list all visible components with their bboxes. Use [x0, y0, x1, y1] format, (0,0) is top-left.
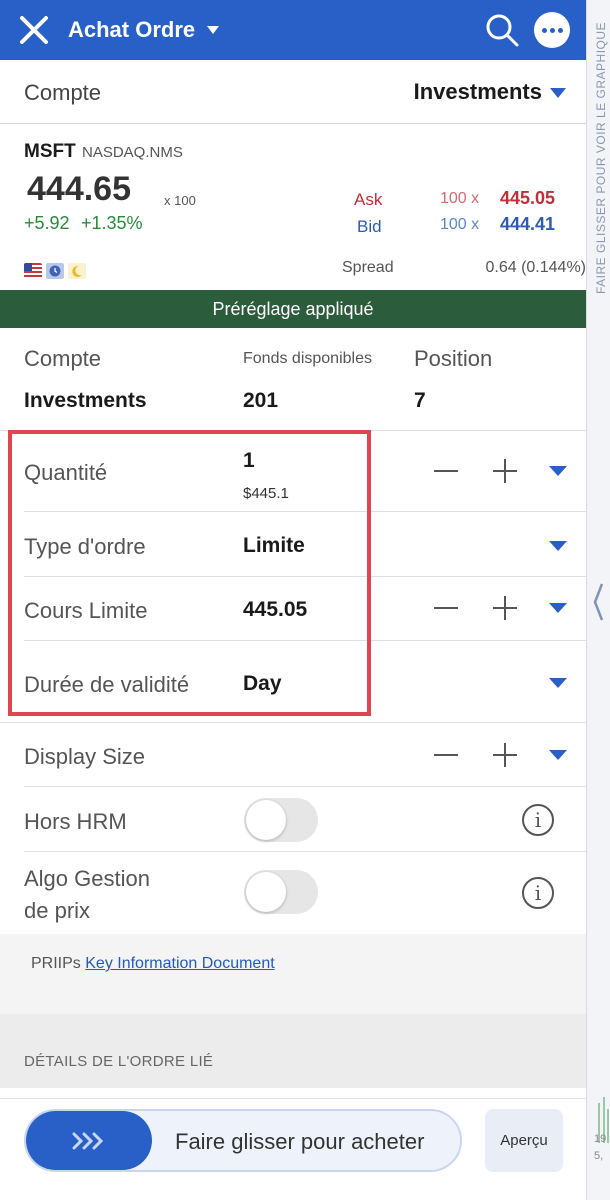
bid-label: Bid [357, 217, 382, 236]
priips-section [0, 934, 586, 1014]
chevrons-right-icon [72, 1132, 104, 1149]
slide-to-buy-label: Faire glisser pour acheter [175, 1129, 425, 1154]
quantity-increment-icon[interactable] [490, 456, 520, 486]
key-information-document-link[interactable]: Key Information Document [85, 955, 274, 972]
display-size-dropdown-caret-icon[interactable] [549, 750, 567, 760]
exchange: NASDAQ.NMS [82, 144, 183, 161]
account-label: Compte [24, 80, 102, 105]
spread-label: Spread [342, 259, 394, 276]
row-divider [24, 851, 586, 852]
summary-funds-value: 201 [243, 389, 279, 412]
outside-rth-label: Hors HRM [24, 809, 127, 834]
preview-button[interactable]: Aperçu [485, 1109, 563, 1172]
title-dropdown-caret-icon[interactable] [207, 26, 219, 34]
outside-rth-info-icon[interactable]: i [522, 804, 554, 836]
display-size-label: Display Size [24, 744, 146, 769]
order-type-dropdown-caret-icon[interactable] [549, 541, 567, 551]
ask-label: Ask [354, 190, 383, 209]
ask-price[interactable]: 445.05 [500, 188, 555, 209]
bid-size: 100 x [440, 216, 480, 233]
linked-order-section [0, 1014, 586, 1088]
summary-account-value: Investments [24, 389, 147, 412]
algo-toggle[interactable] [244, 870, 318, 914]
clock-icon [46, 263, 64, 279]
algo-label-line2: de prix [24, 898, 91, 923]
priips-text: PRIIPs Key Information Document [31, 955, 275, 973]
drawer-axis-text-2: 5, [594, 1150, 604, 1162]
validity-dropdown-caret-icon[interactable] [549, 678, 567, 688]
quantity-dropdown-caret-icon[interactable] [549, 466, 567, 476]
summary-account-label: Compte [24, 346, 102, 371]
chart-drawer-label: FAIRE GLISSER POUR VOIR LE GRAPHIQUE [594, 21, 608, 294]
last-price: 444.65 [27, 170, 131, 208]
ask-size: 100 x [440, 190, 480, 207]
price-change: +5.92 [24, 213, 70, 233]
bid-price[interactable]: 444.41 [500, 214, 555, 235]
market-status-icons [24, 263, 86, 279]
spread-value: 0.64 (0.144%) [485, 259, 586, 276]
display-size-decrement-icon[interactable] [431, 740, 461, 770]
row-divider [24, 786, 586, 787]
priips-prefix: PRIIPs [31, 955, 81, 972]
price-change-percent: +1.35% [81, 213, 143, 233]
algo-info-icon[interactable]: i [522, 877, 554, 909]
account-value[interactable]: Investments [414, 79, 542, 105]
preset-banner: Préréglage appliqué [0, 290, 586, 328]
search-icon[interactable] [484, 12, 520, 48]
summary-position-label: Position [414, 346, 493, 371]
display-size-increment-icon[interactable] [490, 740, 520, 770]
limit-price-dropdown-caret-icon[interactable] [549, 603, 567, 613]
drawer-handle-icon[interactable] [592, 582, 604, 622]
price-multiplier: x 100 [164, 193, 196, 208]
slide-to-buy-handle[interactable] [26, 1111, 152, 1170]
section-divider [0, 722, 586, 723]
account-dropdown-caret-icon[interactable] [550, 88, 566, 98]
page-title[interactable]: Achat Ordre [68, 17, 195, 43]
summary-position-value: 7 [414, 389, 426, 412]
linked-order-title[interactable]: DÉTAILS DE L'ORDRE LIÉ [24, 1053, 213, 1070]
symbol: MSFT [24, 141, 76, 162]
algo-label-line1: Algo Gestion [24, 866, 150, 891]
more-options-icon[interactable] [534, 12, 570, 48]
close-icon[interactable] [18, 14, 50, 46]
summary-funds-label: Fonds disponibles [243, 350, 372, 367]
app-header: Achat Ordre [0, 0, 586, 60]
moon-icon [68, 263, 86, 279]
limit-price-decrement-icon[interactable] [431, 593, 461, 623]
us-flag-icon [24, 263, 42, 279]
quantity-decrement-icon[interactable] [431, 456, 461, 486]
limit-price-increment-icon[interactable] [490, 593, 520, 623]
outside-rth-toggle[interactable] [244, 798, 318, 842]
drawer-axis-text-1: 19 [594, 1133, 607, 1145]
order-screen: Achat Ordre FAIRE GLISSER POUR VOIR LE G… [0, 0, 610, 1200]
highlight-box [8, 430, 371, 716]
account-selector[interactable]: Compte Investments [0, 60, 586, 124]
